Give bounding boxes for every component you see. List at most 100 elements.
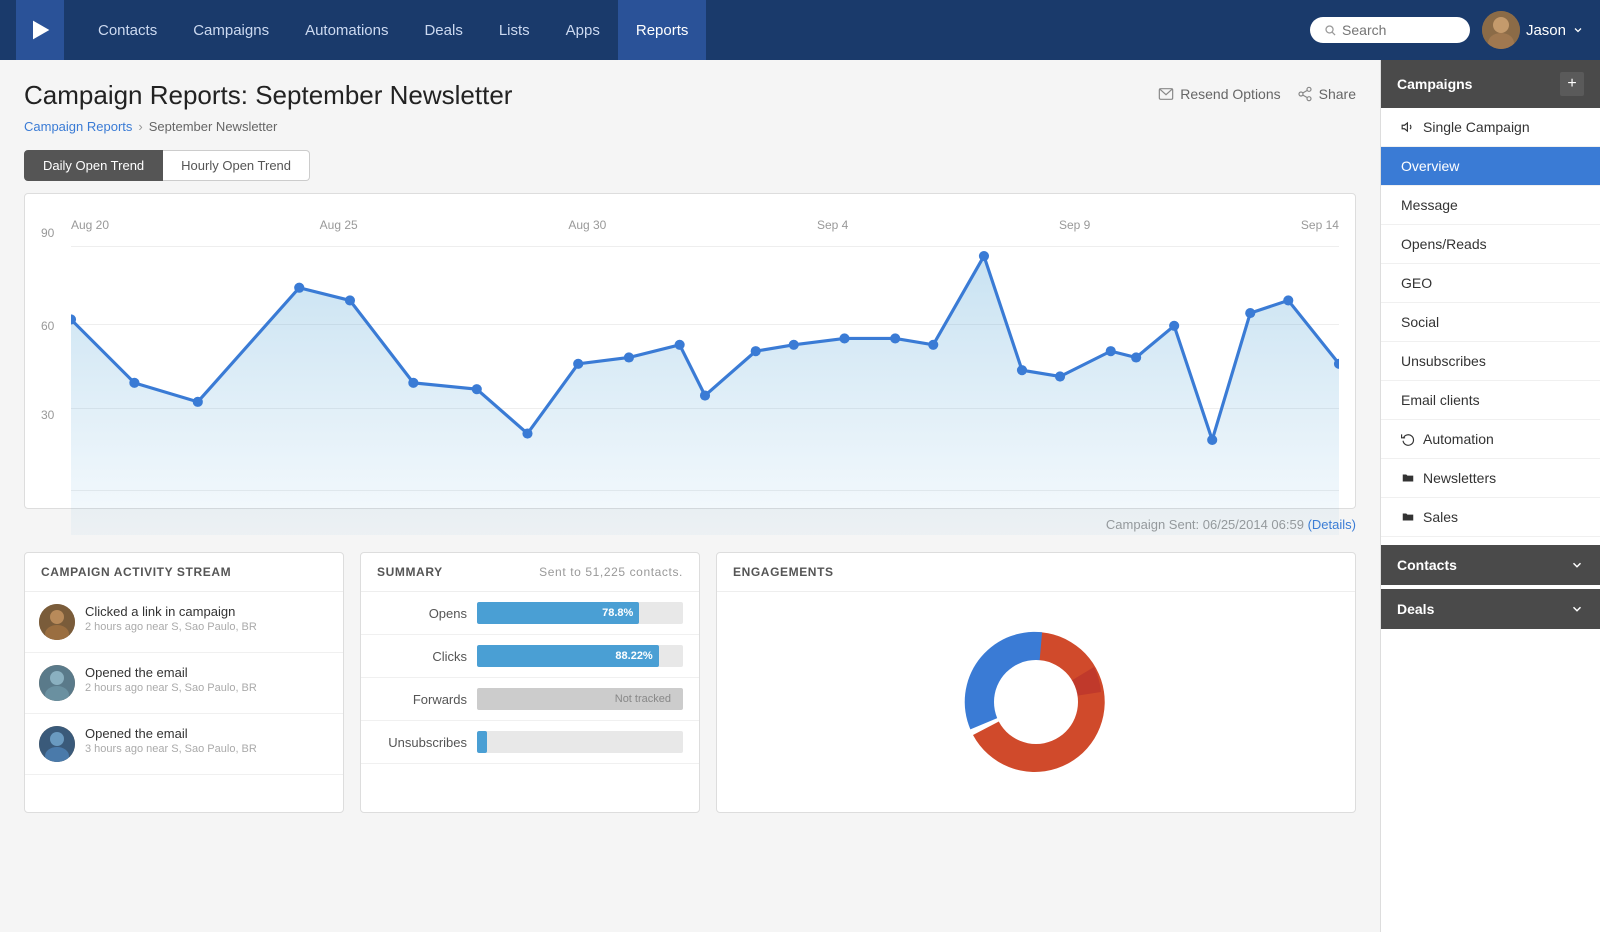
sidebar-campaigns-label: Campaigns bbox=[1397, 76, 1472, 92]
refresh-icon bbox=[1401, 432, 1415, 446]
activity-content: Clicked a link in campaign 2 hours ago n… bbox=[85, 604, 257, 633]
page-header: Campaign Reports: September Newsletter R… bbox=[24, 80, 1356, 111]
breadcrumb-separator: › bbox=[138, 119, 142, 134]
summary-unsubs-row: Unsubscribes bbox=[361, 721, 699, 764]
sidebar-item-unsubscribes[interactable]: Unsubscribes bbox=[1381, 342, 1600, 381]
summary-forwards-value: Not tracked bbox=[609, 693, 677, 705]
data-point bbox=[751, 346, 761, 356]
sidebar-deals-label: Deals bbox=[1397, 601, 1434, 617]
sidebar-item-newsletters[interactable]: Newsletters bbox=[1381, 459, 1600, 498]
search-icon bbox=[1324, 23, 1336, 37]
sidebar-item-opens-reads[interactable]: Opens/Reads bbox=[1381, 225, 1600, 264]
nav-contacts[interactable]: Contacts bbox=[80, 0, 175, 60]
summary-unsubs-bar-wrap bbox=[477, 731, 683, 753]
activity-content: Opened the email 2 hours ago near S, Sao… bbox=[85, 665, 257, 694]
tab-hourly[interactable]: Hourly Open Trend bbox=[163, 150, 310, 181]
nav-lists[interactable]: Lists bbox=[481, 0, 548, 60]
activity-header-label: CAMPAIGN ACTIVITY STREAM bbox=[41, 565, 231, 579]
sidebar-deals-header[interactable]: Deals bbox=[1381, 589, 1600, 629]
sidebar-item-overview[interactable]: Overview bbox=[1381, 147, 1600, 186]
summary-opens-bar: 78.8% bbox=[477, 602, 639, 624]
nav-campaigns[interactable]: Campaigns bbox=[175, 0, 287, 60]
sidebar-add-button[interactable]: + bbox=[1560, 72, 1584, 96]
activity-meta: 2 hours ago near S, Sao Paulo, BR bbox=[85, 682, 257, 694]
nav-logo[interactable] bbox=[16, 0, 64, 60]
chevron-down-icon bbox=[1570, 602, 1584, 616]
tab-group: Daily Open Trend Hourly Open Trend bbox=[24, 150, 1356, 181]
summary-opens-label: Opens bbox=[377, 606, 467, 621]
nav-reports[interactable]: Reports bbox=[618, 0, 707, 60]
sidebar-item-email-clients[interactable]: Email clients bbox=[1381, 381, 1600, 420]
list-item: Opened the email 2 hours ago near S, Sao… bbox=[25, 653, 343, 714]
engagements-header-label: ENGAGEMENTS bbox=[733, 565, 834, 579]
activity-card-header: CAMPAIGN ACTIVITY STREAM bbox=[25, 553, 343, 592]
tab-daily[interactable]: Daily Open Trend bbox=[24, 150, 163, 181]
summary-card-header: SUMMARY Sent to 51,225 contacts. bbox=[361, 553, 699, 592]
summary-sent-to: Sent to 51,225 contacts. bbox=[539, 565, 683, 579]
sidebar-item-single-campaign[interactable]: Single Campaign bbox=[1381, 108, 1600, 147]
chart-container: 90 60 30 bbox=[24, 193, 1356, 509]
data-point bbox=[408, 378, 418, 388]
summary-unsubs-bar bbox=[477, 731, 487, 753]
data-point bbox=[1245, 308, 1255, 318]
summary-opens-value: 78.8% bbox=[602, 607, 633, 619]
nav-right: Jason bbox=[1310, 11, 1584, 49]
data-point bbox=[700, 390, 710, 400]
data-point bbox=[345, 295, 355, 305]
sidebar-contacts-header[interactable]: Contacts bbox=[1381, 545, 1600, 585]
engagements-card: ENGAGEMENTS bbox=[716, 552, 1356, 813]
page-title: Campaign Reports: September Newsletter bbox=[24, 80, 512, 111]
data-point bbox=[294, 283, 304, 293]
data-point bbox=[675, 340, 685, 350]
list-item: Opened the email 3 hours ago near S, Sao… bbox=[25, 714, 343, 775]
data-point bbox=[129, 378, 139, 388]
sidebar-opens-reads-label: Opens/Reads bbox=[1401, 236, 1487, 252]
data-point bbox=[839, 333, 849, 343]
avatar bbox=[1482, 11, 1520, 49]
chevron-down-icon bbox=[1572, 24, 1584, 36]
folder-icon bbox=[1401, 471, 1415, 485]
nav-links: Contacts Campaigns Automations Deals Lis… bbox=[80, 0, 1310, 60]
sidebar-item-geo[interactable]: GEO bbox=[1381, 264, 1600, 303]
breadcrumb: Campaign Reports › September Newsletter bbox=[24, 119, 1356, 134]
sidebar-email-clients-label: Email clients bbox=[1401, 392, 1480, 408]
main-content: Campaign Reports: September Newsletter R… bbox=[0, 60, 1380, 932]
activity-content: Opened the email 3 hours ago near S, Sao… bbox=[85, 726, 257, 755]
data-point bbox=[1207, 435, 1217, 445]
activity-action: Opened the email bbox=[85, 726, 257, 741]
sidebar-campaigns-header[interactable]: Campaigns + bbox=[1381, 60, 1600, 108]
data-point bbox=[1283, 295, 1293, 305]
breadcrumb-root[interactable]: Campaign Reports bbox=[24, 119, 132, 134]
user-name: Jason bbox=[1526, 22, 1566, 39]
bottom-cards: CAMPAIGN ACTIVITY STREAM Clicked a link … bbox=[24, 552, 1356, 813]
data-point bbox=[472, 384, 482, 394]
page-wrapper: Campaign Reports: September Newsletter R… bbox=[0, 60, 1600, 932]
user-info[interactable]: Jason bbox=[1482, 11, 1584, 49]
avatar bbox=[39, 665, 75, 701]
donut-container bbox=[717, 592, 1355, 812]
sidebar-contacts-label: Contacts bbox=[1397, 557, 1457, 573]
summary-forwards-bar: Not tracked bbox=[477, 688, 683, 710]
nav-automations[interactable]: Automations bbox=[287, 0, 406, 60]
mail-icon bbox=[1158, 86, 1174, 102]
sidebar-geo-label: GEO bbox=[1401, 275, 1432, 291]
sidebar-social-label: Social bbox=[1401, 314, 1439, 330]
sidebar-item-sales[interactable]: Sales bbox=[1381, 498, 1600, 537]
activity-list: Clicked a link in campaign 2 hours ago n… bbox=[25, 592, 343, 775]
data-point bbox=[1169, 321, 1179, 331]
engagements-card-header: ENGAGEMENTS bbox=[717, 553, 1355, 592]
nav-deals[interactable]: Deals bbox=[406, 0, 480, 60]
resend-options-button[interactable]: Resend Options bbox=[1158, 86, 1280, 102]
sidebar-item-message[interactable]: Message bbox=[1381, 186, 1600, 225]
donut-chart bbox=[936, 612, 1136, 792]
nav-apps[interactable]: Apps bbox=[548, 0, 618, 60]
sidebar-item-social[interactable]: Social bbox=[1381, 303, 1600, 342]
sidebar-unsubscribes-label: Unsubscribes bbox=[1401, 353, 1486, 369]
data-point bbox=[624, 352, 634, 362]
sidebar-item-automation[interactable]: Automation bbox=[1381, 420, 1600, 459]
search-input[interactable] bbox=[1342, 22, 1456, 38]
summary-clicks-value: 88.22% bbox=[615, 650, 652, 662]
share-button[interactable]: Share bbox=[1297, 86, 1356, 102]
data-point bbox=[1106, 346, 1116, 356]
activity-meta: 2 hours ago near S, Sao Paulo, BR bbox=[85, 621, 257, 633]
